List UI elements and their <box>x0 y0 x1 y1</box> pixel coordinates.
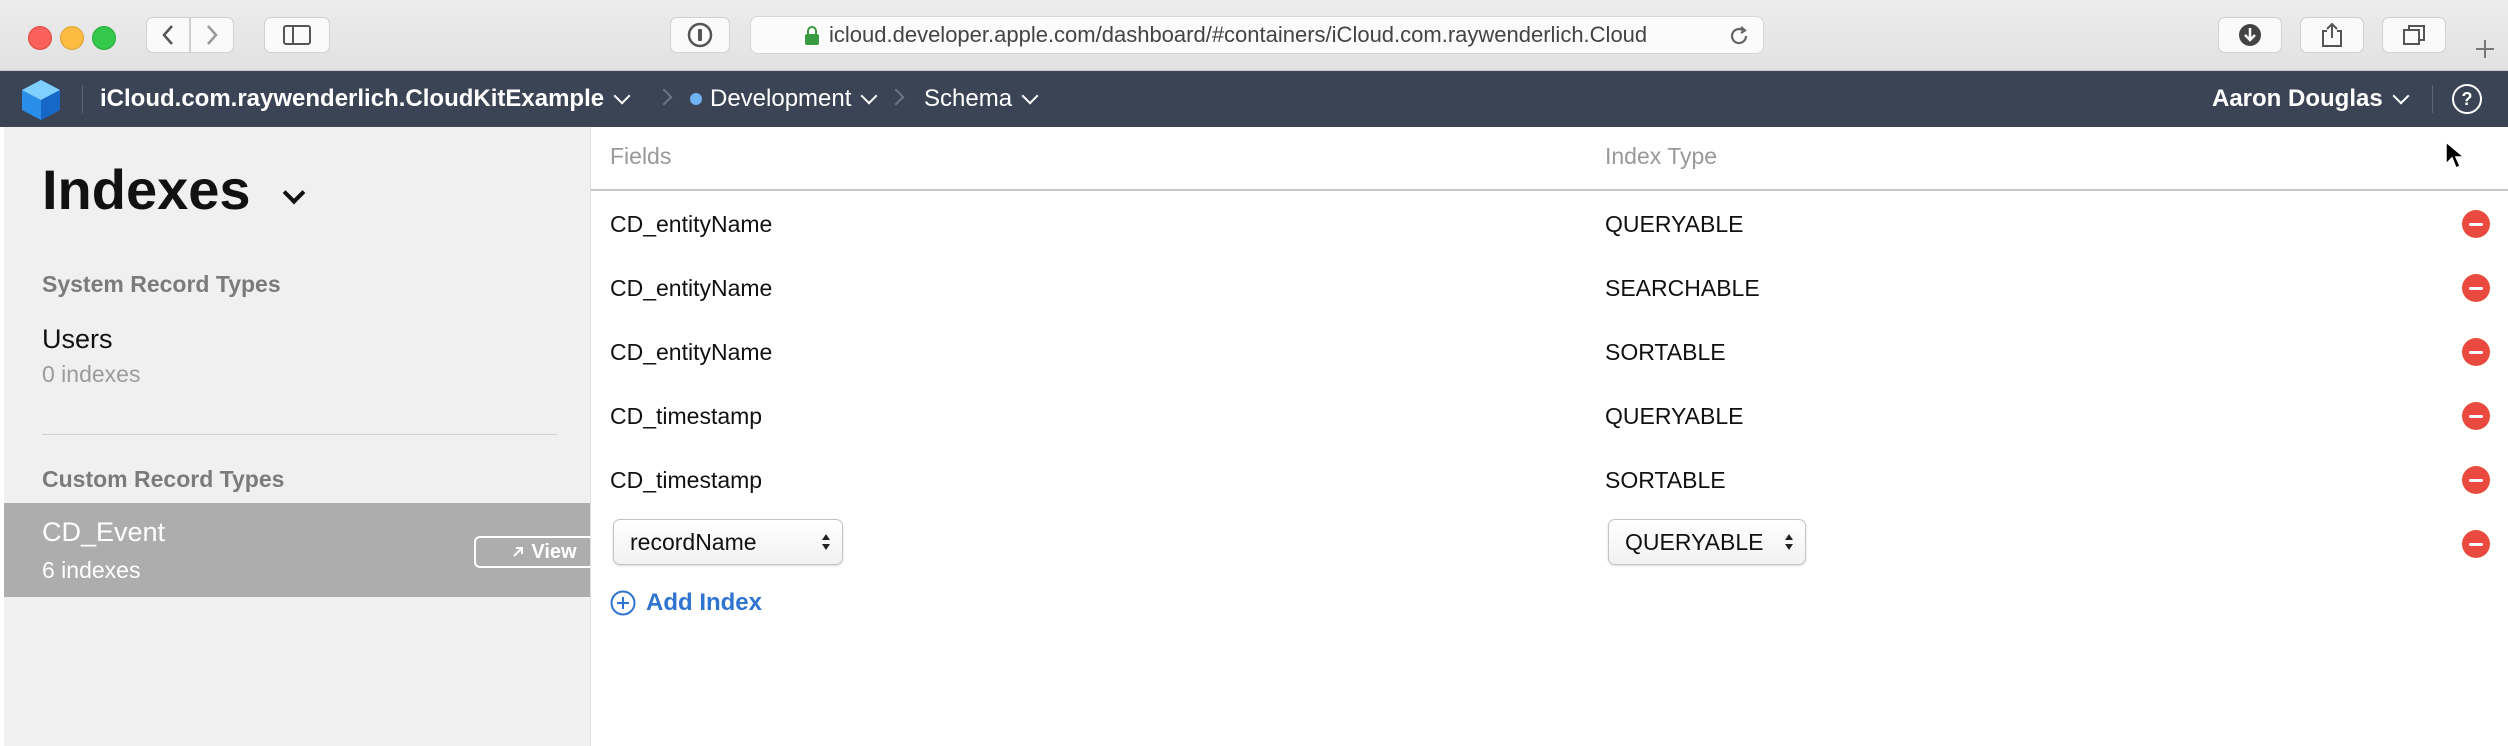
dashboard-navbar: iCloud.com.raywenderlich.CloudKitExample… <box>0 71 2508 127</box>
minimize-window-button[interactable] <box>60 26 84 50</box>
remove-icon[interactable] <box>2462 466 2490 494</box>
close-window-button[interactable] <box>28 26 52 50</box>
field-select[interactable]: recordName <box>613 519 843 565</box>
tabs-icon <box>2403 25 2425 45</box>
up-down-arrows-icon <box>1785 534 1793 550</box>
record-type-cd-event-name: CD_Event <box>42 517 166 547</box>
add-index-button[interactable]: Add Index <box>610 589 762 617</box>
index-type: QUERYABLE <box>1605 403 1744 429</box>
table-row: CD_entityName QUERYABLE <box>591 191 2508 255</box>
view-button-label: View <box>531 540 577 563</box>
remove-icon[interactable] <box>2462 530 2490 558</box>
help-glyph: ? <box>2461 88 2473 109</box>
downloads-button[interactable] <box>2218 17 2282 53</box>
table-row: CD_entityName SORTABLE <box>591 319 2508 383</box>
environment-menu[interactable]: Development <box>690 71 878 127</box>
remove-icon[interactable] <box>2462 402 2490 430</box>
environment-name: Development <box>710 85 852 112</box>
nav-divider <box>2432 85 2433 113</box>
up-down-arrows-icon <box>822 534 830 550</box>
download-icon <box>2239 24 2261 46</box>
field-name: CD_entityName <box>610 275 773 301</box>
chevron-down-icon <box>1021 87 1039 105</box>
cursor-icon <box>2445 140 2466 170</box>
lock-icon <box>805 26 819 45</box>
container-menu[interactable]: iCloud.com.raywenderlich.CloudKitExample <box>100 71 631 127</box>
field-select-value: recordName <box>630 528 757 555</box>
index-type: SORTABLE <box>1605 467 1726 493</box>
field-name: CD_timestamp <box>610 467 763 493</box>
record-type-users-name[interactable]: Users <box>42 324 113 355</box>
indexes-table: Fields Index Type CD_entityName QUERYABL… <box>591 127 2508 746</box>
section-name: Schema <box>924 85 1013 112</box>
field-name: CD_entityName <box>610 211 773 237</box>
zoom-window-button[interactable] <box>92 26 116 50</box>
sidebar: Indexes System Record Types Users 0 inde… <box>4 127 614 746</box>
record-type-users-count: 0 indexes <box>42 361 141 387</box>
chevron-down-icon <box>860 87 878 105</box>
address-bar[interactable]: icloud.developer.apple.com/dashboard/#co… <box>750 16 1764 54</box>
table-row: CD_timestamp QUERYABLE <box>591 383 2508 447</box>
field-name: CD_entityName <box>610 339 773 365</box>
index-type: QUERYABLE <box>1605 211 1744 237</box>
index-type-select-value: QUERYABLE <box>1625 528 1764 555</box>
column-header-fields: Fields <box>610 143 672 169</box>
index-type: SEARCHABLE <box>1605 275 1760 301</box>
cloudkit-logo[interactable] <box>18 77 64 123</box>
page-title[interactable]: Indexes <box>42 157 251 222</box>
sidebar-item-cd-event[interactable]: CD_Event 6 indexes View <box>4 503 614 597</box>
user-menu[interactable]: Aaron Douglas <box>2212 71 2410 127</box>
breadcrumb-separator-icon <box>655 88 673 106</box>
breadcrumb-separator-icon <box>887 88 905 106</box>
browser-toolbar: icloud.developer.apple.com/dashboard/#co… <box>0 0 2508 71</box>
back-icon <box>162 25 173 45</box>
sidebar-icon <box>283 25 311 45</box>
password-button[interactable] <box>670 17 730 53</box>
forward-button[interactable] <box>190 17 234 53</box>
tabs-overview-button[interactable] <box>2382 17 2446 53</box>
environment-status-dot <box>690 93 702 105</box>
remove-icon[interactable] <box>2462 274 2490 302</box>
url-text: icloud.developer.apple.com/dashboard/#co… <box>829 22 1648 47</box>
table-row: CD_timestamp SORTABLE <box>591 447 2508 511</box>
remove-icon[interactable] <box>2462 210 2490 238</box>
external-arrow-icon <box>513 547 524 557</box>
share-button[interactable] <box>2300 17 2364 53</box>
column-header-index-type: Index Type <box>1605 143 1718 169</box>
new-index-row: recordName QUERYABLE <box>591 511 2508 575</box>
nav-divider <box>82 85 83 113</box>
index-type-select[interactable]: QUERYABLE <box>1608 519 1806 565</box>
system-record-types-heading: System Record Types <box>42 271 281 297</box>
back-button[interactable] <box>146 17 190 53</box>
record-type-cd-event-count: 6 indexes <box>42 557 141 583</box>
chevron-down-icon[interactable] <box>282 181 306 205</box>
index-type: SORTABLE <box>1605 339 1726 365</box>
custom-record-types-heading: Custom Record Types <box>42 466 285 492</box>
sidebar-divider <box>42 434 557 435</box>
add-icon <box>610 590 636 616</box>
chevron-down-icon <box>613 87 631 105</box>
chevron-down-icon <box>2392 87 2410 105</box>
reload-icon[interactable] <box>1727 24 1751 48</box>
section-menu[interactable]: Schema <box>924 71 1039 127</box>
field-name: CD_timestamp <box>610 403 763 429</box>
add-index-label: Add Index <box>646 589 763 616</box>
sidebar-toggle-button[interactable] <box>264 17 330 53</box>
remove-icon[interactable] <box>2462 338 2490 366</box>
new-tab-icon[interactable] <box>2474 38 2496 60</box>
user-name: Aaron Douglas <box>2212 85 2383 112</box>
password-icon <box>687 22 713 48</box>
forward-icon <box>207 25 218 45</box>
help-icon[interactable]: ? <box>2452 84 2482 114</box>
container-name: iCloud.com.raywenderlich.CloudKitExample <box>100 85 605 112</box>
table-row: CD_entityName SEARCHABLE <box>591 255 2508 319</box>
share-icon <box>2322 22 2342 47</box>
